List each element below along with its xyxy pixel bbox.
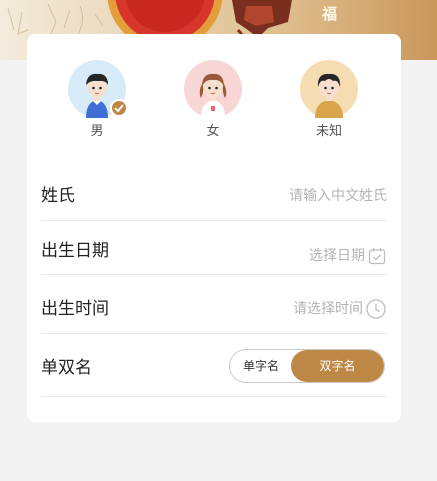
- selected-badge: [110, 99, 128, 117]
- birth-time-picker[interactable]: 请选择时间: [293, 298, 387, 320]
- birth-time-label: 出生时间: [41, 299, 109, 319]
- check-icon: [114, 104, 124, 113]
- birth-time-row[interactable]: 出生时间 请选择时间: [41, 275, 387, 334]
- single-name-option[interactable]: 单字名: [230, 350, 292, 382]
- birth-date-picker[interactable]: 选择日期: [309, 246, 387, 266]
- gender-label-female: 女: [206, 124, 220, 139]
- person-icon: [300, 60, 358, 118]
- birth-time-placeholder: 请选择时间: [293, 301, 363, 317]
- calendar-check-icon: [368, 248, 386, 265]
- gender-option-unknown[interactable]: 未知: [284, 60, 374, 140]
- male-avatar: [68, 60, 128, 118]
- gender-option-male[interactable]: 男: [52, 60, 142, 140]
- girl-icon: [184, 60, 242, 118]
- gender-label-unknown: 未知: [315, 124, 342, 139]
- banner-fortune-character: 福: [321, 5, 337, 23]
- gender-label-male: 男: [90, 124, 104, 139]
- surname-placeholder: 请输入中文姓氏: [289, 188, 387, 204]
- name-type-row: 单双名 单字名 双字名: [41, 334, 387, 397]
- name-type-toggle[interactable]: 单字名 双字名: [229, 349, 385, 383]
- clock-icon: [366, 299, 386, 319]
- birth-date-label: 出生日期: [41, 241, 109, 261]
- form-card: 男 女 未知 姓氏 请输入中文姓氏 出生日期 选择日期 出生时间 请选择时间 单…: [27, 34, 401, 422]
- name-type-label: 单双名: [41, 358, 92, 378]
- surname-input[interactable]: 请输入中文姓氏: [289, 186, 387, 206]
- birth-date-placeholder: 选择日期: [309, 248, 365, 264]
- unknown-avatar: [300, 60, 358, 118]
- surname-row[interactable]: 姓氏 请输入中文姓氏: [41, 172, 387, 221]
- birth-date-row[interactable]: 出生日期 选择日期: [41, 221, 387, 275]
- surname-label: 姓氏: [41, 186, 75, 206]
- double-name-option[interactable]: 双字名: [291, 350, 384, 382]
- gender-option-female[interactable]: 女: [168, 60, 258, 140]
- female-avatar: [184, 60, 242, 118]
